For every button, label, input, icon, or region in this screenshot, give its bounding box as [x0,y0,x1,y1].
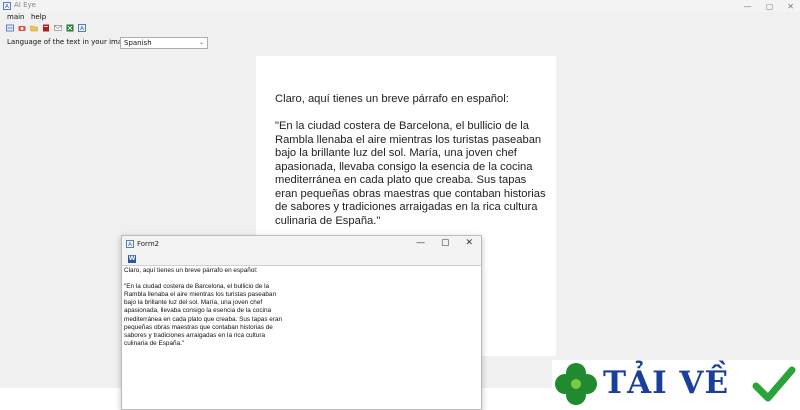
camera-icon[interactable] [18,24,26,32]
form2-window: A Form2 — ▢ ✕ W Claro, aquí tienes un br… [121,235,482,410]
form2-text-area[interactable]: Claro, aquí tienes un breve párrafo en e… [124,267,479,409]
menu-bar: main help [0,12,800,23]
form2-minimize-button[interactable]: — [416,238,425,248]
image-text: Claro, aquí tienes un breve párrafo en e… [275,93,546,227]
form2-title: Form2 [137,240,160,248]
maximize-button[interactable]: ▢ [766,2,774,11]
app-logo-icon: A [126,240,134,248]
app-logo-icon: A [3,2,11,10]
language-select-value: Spanish [124,39,152,47]
form2-maximize-button[interactable]: ▢ [441,238,450,248]
svg-text:A: A [128,242,132,248]
mail-icon[interactable] [54,24,62,32]
language-label: Language of the text in your image: [7,38,134,46]
window-title: AI Eye [14,1,36,9]
scan-icon[interactable] [6,24,14,32]
word-export-icon[interactable]: W [128,255,136,263]
menu-item-main[interactable]: main [7,13,25,21]
pdf-icon[interactable] [42,24,50,32]
menu-item-help[interactable]: help [31,13,46,21]
clover-icon [555,363,597,405]
folder-icon[interactable] [30,24,38,32]
excel-icon[interactable] [66,24,74,32]
chevron-down-icon: ⌄ [198,39,204,46]
form2-toolbar: W [122,253,481,266]
form2-title-bar: A Form2 — ▢ ✕ [122,236,481,253]
title-bar: A AI Eye — ▢ ✕ [0,0,800,12]
svg-text:A: A [5,4,9,10]
svg-text:A: A [80,26,84,32]
form2-close-button[interactable]: ✕ [465,238,473,248]
toolbar: A [0,23,200,34]
minimize-button[interactable]: — [744,2,752,11]
language-select[interactable]: Spanish ⌄ [120,37,208,49]
watermark: TẢI VỀ [552,360,800,410]
close-button[interactable]: ✕ [787,2,794,11]
check-icon [752,366,796,402]
text-icon[interactable]: A [78,24,86,32]
watermark-text: TẢI VỀ [603,365,730,401]
